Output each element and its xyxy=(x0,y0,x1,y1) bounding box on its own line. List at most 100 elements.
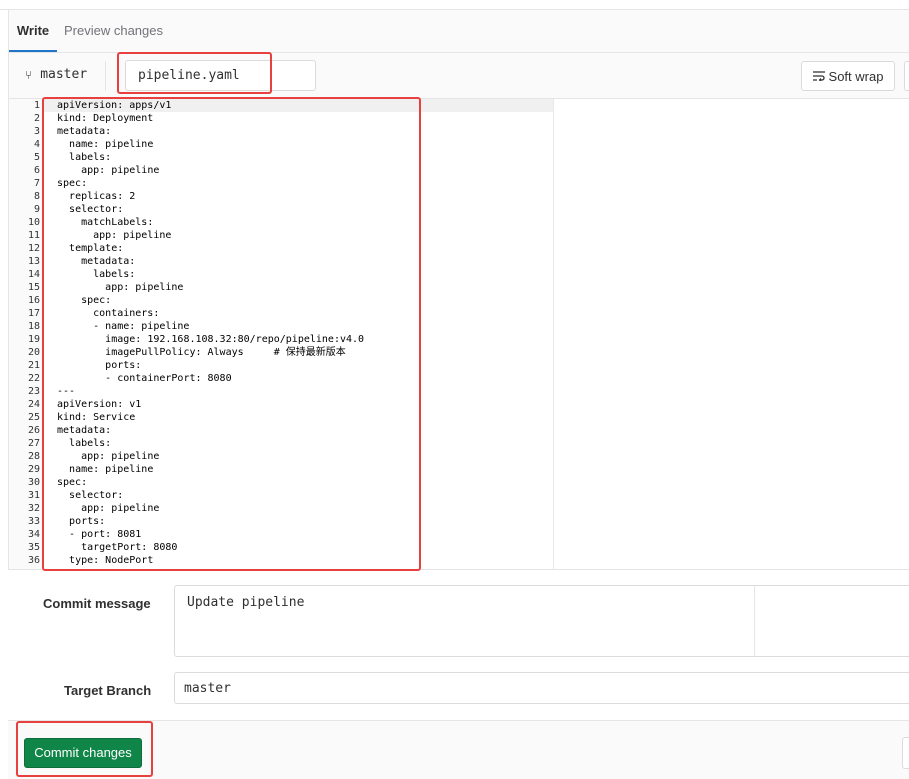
code-line[interactable]: 10 matchLabels: xyxy=(9,216,553,229)
code-line[interactable]: 34 - port: 8081 xyxy=(9,528,553,541)
file-name-input[interactable]: pipeline.yaml xyxy=(125,60,316,91)
code-line[interactable]: 11 app: pipeline xyxy=(9,229,553,242)
code-line[interactable]: 26 metadata: xyxy=(9,424,553,437)
code-line[interactable]: 2 kind: Deployment xyxy=(9,112,553,125)
target-branch-field[interactable]: master xyxy=(174,672,909,704)
code-line[interactable]: 33 ports: xyxy=(9,515,553,528)
code-line[interactable]: 22 - containerPort: 8080 xyxy=(9,372,553,385)
code-line[interactable]: 7 spec: xyxy=(9,177,553,190)
line-number: 27 xyxy=(27,438,40,449)
soft-wrap-label: Soft wrap xyxy=(828,68,884,84)
line-number: 6 xyxy=(33,165,40,176)
line-number: 24 xyxy=(27,399,40,410)
commit-message-value: Update pipeline xyxy=(187,595,305,610)
tab-write[interactable]: Write xyxy=(9,10,57,52)
line-content: containers: xyxy=(42,307,159,320)
line-content: metadata: xyxy=(42,255,135,268)
code-line[interactable]: 29 name: pipeline xyxy=(9,463,553,476)
line-number: 9 xyxy=(33,204,40,215)
code-line[interactable]: 14 labels: xyxy=(9,268,553,281)
line-content: - name: pipeline xyxy=(42,320,189,333)
line-text: template: xyxy=(69,243,124,254)
code-line[interactable]: 6 app: pipeline xyxy=(9,164,553,177)
code-line[interactable]: 30 spec: xyxy=(9,476,553,489)
code-line[interactable]: 4 name: pipeline xyxy=(9,138,553,151)
code-line[interactable]: 27 labels: xyxy=(9,437,553,450)
line-content: apiVersion: apps/v1 xyxy=(42,99,171,112)
line-content: matchLabels: xyxy=(42,216,153,229)
line-text: kind: Service xyxy=(57,412,136,423)
code-line[interactable]: 18 - name: pipeline xyxy=(9,320,553,333)
editor-options-button[interactable] xyxy=(904,61,909,91)
code-line[interactable]: 1 apiVersion: apps/v1 xyxy=(9,99,553,112)
line-content: labels: xyxy=(42,437,111,450)
code-line[interactable]: 25 kind: Service xyxy=(9,411,553,424)
branch-icon: ⑂ xyxy=(25,67,33,82)
line-content: image: 192.168.108.32:80/repo/pipeline:v… xyxy=(42,333,364,346)
line-number: 12 xyxy=(27,243,40,254)
form-actions: Commit changes xyxy=(8,720,909,779)
line-text: spec: xyxy=(81,295,112,306)
code-line[interactable]: 21 ports: xyxy=(9,359,553,372)
code-line[interactable]: 19 image: 192.168.108.32:80/repo/pipelin… xyxy=(9,333,553,346)
code-lines[interactable]: 1 apiVersion: apps/v1 2 kind: Deployment 3 me… xyxy=(9,99,553,567)
line-text: spec: xyxy=(57,477,88,488)
line-content: name: pipeline xyxy=(42,463,153,476)
line-content: app: pipeline xyxy=(42,229,171,242)
code-line[interactable]: 3 metadata: xyxy=(9,125,553,138)
line-number: 23 xyxy=(27,386,40,397)
line-number: 35 xyxy=(27,542,40,553)
code-line[interactable]: 15 app: pipeline xyxy=(9,281,553,294)
line-text: app: pipeline xyxy=(105,282,184,293)
tab-preview-changes[interactable]: Preview changes xyxy=(64,10,163,52)
code-line[interactable]: 17 containers: xyxy=(9,307,553,320)
code-line[interactable]: 9 selector: xyxy=(9,203,553,216)
line-number: 16 xyxy=(27,295,40,306)
line-content: imagePullPolicy: Always # 保持最新版本 xyxy=(42,346,346,359)
commit-message-field[interactable]: Update pipeline xyxy=(174,585,909,657)
code-line[interactable]: 5 labels: xyxy=(9,151,553,164)
code-line[interactable]: 8 replicas: 2 xyxy=(9,190,553,203)
code-line[interactable]: 35 targetPort: 8080 xyxy=(9,541,553,554)
top-strip xyxy=(0,0,909,10)
line-text: metadata: xyxy=(57,425,112,436)
commit-changes-button[interactable]: Commit changes xyxy=(24,738,142,768)
code-line[interactable]: 36 type: NodePort xyxy=(9,554,553,567)
code-line[interactable]: 32 app: pipeline xyxy=(9,502,553,515)
line-text: --- xyxy=(57,386,76,397)
line-number: 14 xyxy=(27,269,40,280)
line-text: apiVersion: apps/v1 xyxy=(57,100,172,111)
line-content: targetPort: 8080 xyxy=(42,541,177,554)
line-content: metadata: xyxy=(42,125,111,138)
code-line[interactable]: 20 imagePullPolicy: Always # 保持最新版本 xyxy=(9,346,553,359)
code-line[interactable]: 12 template: xyxy=(9,242,553,255)
line-number: 30 xyxy=(27,477,40,488)
line-content: replicas: 2 xyxy=(42,190,135,203)
line-content: labels: xyxy=(42,151,111,164)
code-line[interactable]: 23 --- xyxy=(9,385,553,398)
branch-indicator: ⑂ master xyxy=(25,67,87,82)
line-content: template: xyxy=(42,242,123,255)
code-line[interactable]: 24 apiVersion: v1 xyxy=(9,398,553,411)
line-number: 11 xyxy=(27,230,40,241)
line-text: apiVersion: v1 xyxy=(57,399,142,410)
code-line[interactable]: 13 metadata: xyxy=(9,255,553,268)
code-line[interactable]: 28 app: pipeline xyxy=(9,450,553,463)
code-editor[interactable]: 1 apiVersion: apps/v1 2 kind: Deployment 3 me… xyxy=(8,99,909,570)
line-text: app: pipeline xyxy=(93,230,172,241)
line-number: 25 xyxy=(27,412,40,423)
line-text: ports: xyxy=(105,360,142,371)
line-number: 22 xyxy=(27,373,40,384)
cancel-button[interactable] xyxy=(902,737,909,769)
code-line[interactable]: 16 spec: xyxy=(9,294,553,307)
commit-message-label: Commit message xyxy=(43,596,151,611)
code-line[interactable]: 31 selector: xyxy=(9,489,553,502)
line-content: kind: Service xyxy=(42,411,135,424)
soft-wrap-button[interactable]: Soft wrap xyxy=(801,61,895,91)
